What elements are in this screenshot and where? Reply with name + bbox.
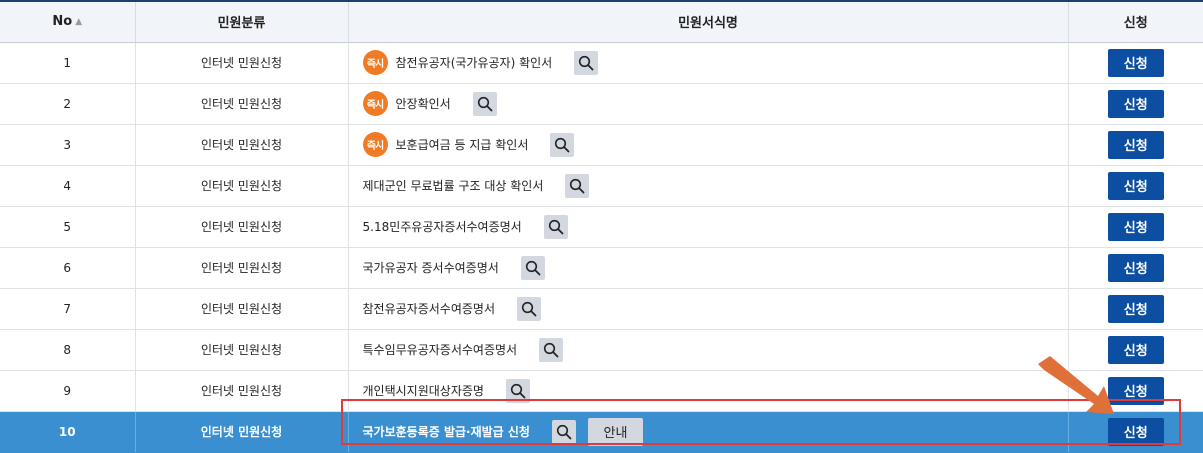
sort-icon[interactable]: ▲ [75,17,82,27]
row-no: 1 [0,42,136,84]
row-no: 10 [0,411,136,453]
row-category: 인터넷 민원신청 [135,83,349,125]
row-form: 국가보훈등록증 발급·재발급 신청 안내 [348,411,1069,453]
header-apply: 신청 [1068,0,1203,43]
form-title[interactable]: 특수임무유공자증서수여증명서 [363,341,518,358]
apply-button[interactable]: 신청 [1107,89,1164,118]
row-apply: 신청 [1068,370,1203,412]
row-category: 인터넷 민원신청 [135,288,349,330]
row-apply: 신청 [1068,247,1203,289]
row-category: 인터넷 민원신청 [135,42,349,84]
table-row: 8 인터넷 민원신청 특수임무유공자증서수여증명서 신청 [0,329,1203,371]
row-category: 인터넷 민원신청 [135,124,349,166]
row-form: 국가유공자 증서수여증명서 [348,247,1069,289]
form-title[interactable]: 국가보훈등록증 발급·재발급 신청 [363,423,530,440]
apply-button[interactable]: 신청 [1107,335,1164,364]
row-no: 3 [0,124,136,166]
row-form: 즉시 참전유공자(국가유공자) 확인서 [348,42,1069,84]
row-apply: 신청 [1068,83,1203,125]
row-form: 제대군인 무료법률 구조 대상 확인서 [348,165,1069,207]
row-category: 인터넷 민원신청 [135,206,349,248]
table-row: 1 인터넷 민원신청 즉시 참전유공자(국가유공자) 확인서 신청 [0,42,1203,84]
row-no: 4 [0,165,136,207]
row-category: 인터넷 민원신청 [135,370,349,412]
magnifier-icon[interactable] [505,378,530,403]
row-form: 즉시 안장확인서 [348,83,1069,125]
magnifier-icon[interactable] [539,337,564,362]
row-no: 9 [0,370,136,412]
table-row: 2 인터넷 민원신청 즉시 안장확인서 신청 [0,83,1203,125]
row-apply: 신청 [1068,288,1203,330]
table-row: 10 인터넷 민원신청 국가보훈등록증 발급·재발급 신청 안내 신청 [0,411,1203,453]
form-title[interactable]: 참전유공자(국가유공자) 확인서 [396,54,553,71]
header-form: 민원서식명 [348,0,1069,43]
row-apply: 신청 [1068,411,1203,453]
magnifier-icon[interactable] [516,296,541,321]
table-row: 4 인터넷 민원신청 제대군인 무료법률 구조 대상 확인서 신청 [0,165,1203,207]
apply-button[interactable]: 신청 [1107,294,1164,323]
instant-badge: 즉시 [362,132,388,157]
table-row: 7 인터넷 민원신청 참전유공자증서수여증명서 신청 [0,288,1203,330]
row-form: 즉시 보훈급여금 등 지급 확인서 [348,124,1069,166]
apply-button[interactable]: 신청 [1107,212,1164,241]
header-category: 민원분류 [135,0,349,43]
table-row: 9 인터넷 민원신청 개인택시지원대상자증명 신청 [0,370,1203,412]
apply-button[interactable]: 신청 [1107,376,1164,405]
row-apply: 신청 [1068,42,1203,84]
row-no: 5 [0,206,136,248]
row-apply: 신청 [1068,165,1203,207]
row-no: 8 [0,329,136,371]
row-apply: 신청 [1068,329,1203,371]
form-title[interactable]: 참전유공자증서수여증명서 [363,300,495,317]
row-form: 특수임무유공자증서수여증명서 [348,329,1069,371]
apply-button[interactable]: 신청 [1107,171,1164,200]
magnifier-icon[interactable] [550,132,575,157]
row-category: 인터넷 민원신청 [135,329,349,371]
magnifier-icon[interactable] [565,173,590,198]
row-apply: 신청 [1068,124,1203,166]
row-form: 개인택시지원대상자증명 [348,370,1069,412]
instant-badge: 즉시 [362,50,388,75]
form-title[interactable]: 안장확인서 [396,95,451,112]
magnifier-icon[interactable] [472,91,497,116]
row-form: 5.18민주유공자증서수여증명서 [348,206,1069,248]
apply-button[interactable]: 신청 [1107,48,1164,77]
form-title[interactable]: 제대군인 무료법률 구조 대상 확인서 [363,177,544,194]
apply-button[interactable]: 신청 [1107,130,1164,159]
apply-button[interactable]: 신청 [1107,417,1164,446]
civil-complaint-table: No ▲ 민원분류 민원서식명 신청 1 인터넷 민원신청 즉시 참전유공자(국가유공자… [0,0,1203,453]
magnifier-icon[interactable] [543,214,568,239]
magnifier-icon[interactable] [574,50,599,75]
table-row: 5 인터넷 민원신청 5.18민주유공자증서수여증명서 신청 [0,206,1203,248]
row-category: 인터넷 민원신청 [135,247,349,289]
row-category: 인터넷 민원신청 [135,165,349,207]
magnifier-icon[interactable] [520,255,545,280]
row-apply: 신청 [1068,206,1203,248]
instant-badge: 즉시 [362,91,388,116]
table-row: 6 인터넷 민원신청 국가유공자 증서수여증명서 신청 [0,247,1203,289]
magnifier-icon[interactable] [551,419,576,444]
form-title[interactable]: 5.18민주유공자증서수여증명서 [363,218,522,235]
row-no: 2 [0,83,136,125]
header-no[interactable]: No ▲ [0,0,136,43]
guide-button[interactable]: 안내 [587,417,643,446]
apply-button[interactable]: 신청 [1107,253,1164,282]
form-title[interactable]: 국가유공자 증서수여증명서 [363,259,499,276]
row-no: 7 [0,288,136,330]
table-row: 3 인터넷 민원신청 즉시 보훈급여금 등 지급 확인서 신청 [0,124,1203,166]
row-form: 참전유공자증서수여증명서 [348,288,1069,330]
row-no: 6 [0,247,136,289]
form-title[interactable]: 개인택시지원대상자증명 [363,382,484,399]
form-title[interactable]: 보훈급여금 등 지급 확인서 [396,136,529,153]
row-category: 인터넷 민원신청 [135,411,349,453]
table-header: No ▲ 민원분류 민원서식명 신청 [0,0,1203,43]
